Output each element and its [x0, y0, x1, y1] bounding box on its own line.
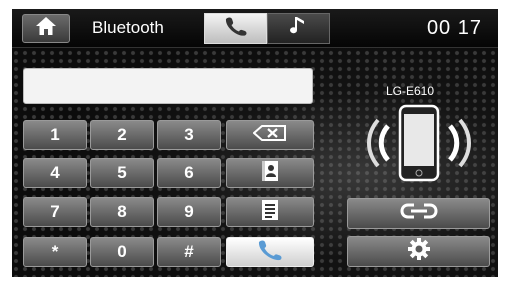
gear-icon [407, 238, 430, 265]
key-2[interactable]: 2 [90, 120, 154, 150]
page-title: Bluetooth [92, 18, 164, 37]
key-0[interactable]: 0 [90, 237, 154, 267]
key-4[interactable]: 4 [23, 158, 87, 188]
phone-handset-icon [223, 16, 249, 41]
phone-handset-icon [255, 239, 285, 266]
key-1[interactable]: 1 [23, 120, 87, 150]
contacts-book-icon [260, 160, 280, 187]
tab-phone[interactable] [204, 13, 267, 44]
home-button[interactable] [22, 14, 70, 43]
connect-button[interactable] [347, 198, 490, 229]
call-log-button[interactable] [226, 197, 314, 227]
contacts-button[interactable] [226, 158, 314, 188]
device-name: LG-E610 [386, 84, 435, 98]
key-3[interactable]: 3 [157, 120, 221, 150]
backspace-icon [252, 124, 287, 146]
music-note-icon [288, 15, 310, 42]
tab-music[interactable] [267, 13, 330, 44]
backspace-button[interactable] [226, 120, 314, 150]
key-star[interactable]: * [23, 237, 87, 267]
key-7[interactable]: 7 [23, 197, 87, 227]
top-bar: Bluetooth 00 17 [12, 9, 498, 48]
call-button[interactable] [226, 237, 314, 267]
key-6[interactable]: 6 [157, 158, 221, 188]
home-icon [35, 16, 57, 41]
link-icon [399, 202, 438, 225]
call-log-icon [261, 199, 279, 226]
key-5[interactable]: 5 [90, 158, 154, 188]
key-9[interactable]: 9 [157, 197, 221, 227]
settings-button[interactable] [347, 236, 490, 267]
clock: 00 17 [426, 17, 482, 39]
number-input[interactable] [23, 68, 313, 104]
smartphone-signal-icon [364, 104, 474, 182]
key-8[interactable]: 8 [90, 197, 154, 227]
key-hash[interactable]: # [157, 237, 221, 267]
bluetooth-screen: Bluetooth 00 17 1 2 3 4 5 6 7 8 9 * 0 # [12, 9, 498, 277]
